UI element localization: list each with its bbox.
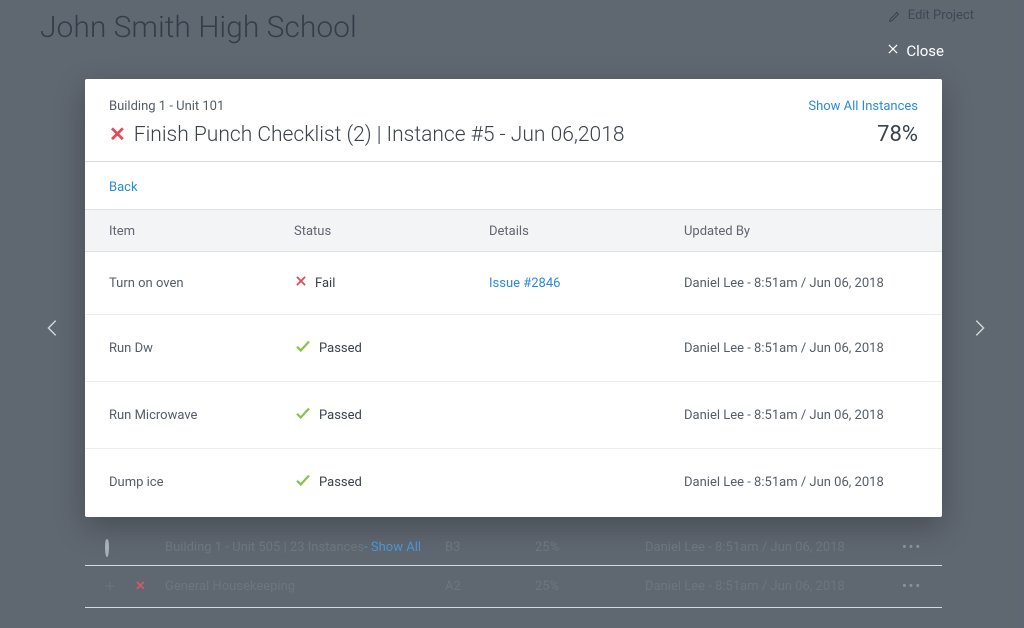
- cell-details[interactable]: Issue #2846: [489, 276, 684, 291]
- close-button[interactable]: Close: [886, 42, 944, 60]
- bg-row-updated: Daniel Lee - 8:51am / Jun 06, 2018: [645, 579, 882, 594]
- cell-item: Turn on oven: [109, 276, 294, 291]
- status-label: Passed: [319, 475, 362, 490]
- plus-icon[interactable]: +: [105, 576, 135, 597]
- more-icon[interactable]: •••: [882, 579, 922, 594]
- cell-updated: Daniel Lee - 8:51am / Jun 06, 2018: [684, 276, 918, 291]
- table-row[interactable]: + ✕ General Housekeeping A2 25% Daniel L…: [85, 566, 942, 608]
- table-row[interactable]: Dump ice Passed Daniel Lee - 8:51am / Jun …: [85, 449, 942, 515]
- table-row[interactable]: Building 1 - Unit 505 | 23 Instances - S…: [85, 530, 942, 566]
- bg-row-code: A2: [445, 579, 535, 594]
- next-arrow[interactable]: [968, 317, 990, 339]
- cell-updated: Daniel Lee - 8:51am / Jun 06, 2018: [684, 408, 918, 423]
- breadcrumb: Building 1 - Unit 101: [109, 99, 918, 114]
- table-row[interactable]: Turn on oven Fail Issue #2846Daniel Lee - …: [85, 252, 942, 315]
- col-details: Details: [489, 224, 684, 239]
- cell-status: Passed: [294, 404, 489, 426]
- bg-row-pct: 25%: [535, 540, 645, 555]
- bg-row-updated: Daniel Lee - 8:51am / Jun 06, 2018: [645, 540, 882, 555]
- status-label: Passed: [319, 408, 362, 423]
- bg-row-pct: 25%: [535, 579, 645, 594]
- table-row[interactable]: Run Dw Passed Daniel Lee - 8:51am / Jun 06…: [85, 315, 942, 382]
- col-item: Item: [109, 224, 294, 239]
- cell-status: Fail: [294, 274, 489, 292]
- more-icon[interactable]: •••: [882, 540, 922, 555]
- bg-row-name: General Housekeeping: [165, 579, 445, 594]
- bg-row-showall[interactable]: - Show All: [364, 540, 421, 555]
- cell-status: Passed: [294, 471, 489, 493]
- cell-item: Run Microwave: [109, 408, 294, 423]
- cell-updated: Daniel Lee - 8:51am / Jun 06, 2018: [684, 341, 918, 356]
- table-header: Item Status Details Updated By: [85, 209, 942, 252]
- col-updated: Updated By: [684, 224, 918, 239]
- prev-arrow[interactable]: [42, 317, 64, 339]
- col-status: Status: [294, 224, 489, 239]
- check-icon: [294, 337, 312, 359]
- status-label: Fail: [315, 276, 335, 291]
- show-all-instances-link[interactable]: Show All Instances: [808, 99, 918, 114]
- close-icon: [886, 42, 900, 60]
- table-row[interactable]: Run Microwave Passed Daniel Lee - 8:51am /…: [85, 382, 942, 449]
- table-body: Turn on ovenFailIssue #2846Daniel Lee - …: [85, 252, 942, 515]
- bg-row-code: B3: [445, 540, 535, 555]
- close-label: Close: [906, 42, 944, 60]
- cell-item: Dump ice: [109, 475, 294, 490]
- cell-item: Run Dw: [109, 341, 294, 356]
- background-rows: Building 1 - Unit 505 | 23 Instances - S…: [85, 530, 942, 608]
- check-icon: [294, 471, 312, 493]
- fail-icon: [294, 274, 308, 292]
- cell-status: Passed: [294, 337, 489, 359]
- completion-percent: 78%: [877, 122, 918, 147]
- cell-updated: Daniel Lee - 8:51am / Jun 06, 2018: [684, 475, 918, 490]
- status-fail-icon: ✕: [109, 124, 126, 144]
- status-fail-icon: ✕: [135, 579, 165, 594]
- bg-row-name: Building 1 - Unit 505 | 23 Instances: [165, 540, 364, 555]
- check-icon: [294, 404, 312, 426]
- status-label: Passed: [319, 341, 362, 356]
- checklist-modal: Show All Instances Building 1 - Unit 101…: [85, 79, 942, 517]
- loading-icon: [105, 538, 109, 557]
- modal-header: Show All Instances Building 1 - Unit 101…: [85, 79, 942, 161]
- modal-title: Finish Punch Checklist (2) | Instance #5…: [134, 123, 625, 147]
- back-link[interactable]: Back: [109, 180, 138, 195]
